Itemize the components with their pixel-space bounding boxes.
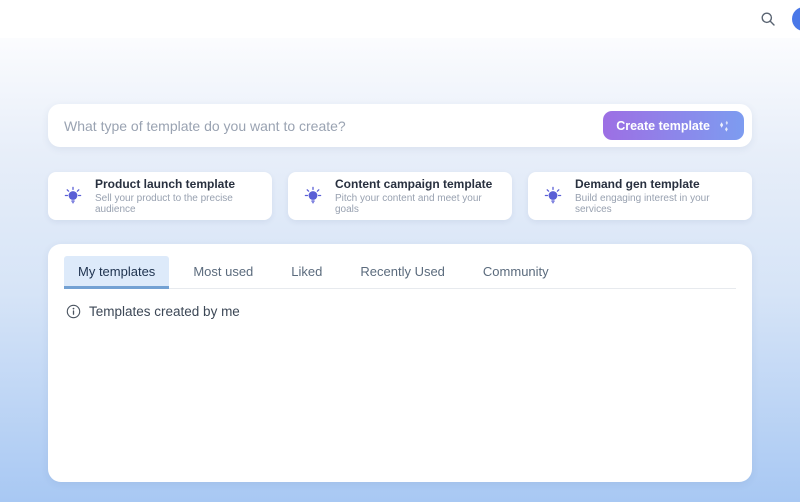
sparkles-icon	[717, 119, 731, 133]
lightbulb-icon	[62, 185, 84, 207]
avatar[interactable]	[792, 7, 800, 31]
create-template-label: Create template	[616, 119, 710, 133]
lightbulb-icon	[542, 185, 564, 207]
create-template-button[interactable]: Create template	[603, 111, 744, 140]
tab-community[interactable]: Community	[469, 256, 563, 289]
empty-state-row: Templates created by me	[64, 304, 736, 319]
card-product-launch-template[interactable]: Product launch template Sell your produc…	[48, 172, 272, 220]
card-title: Content campaign template	[335, 177, 500, 191]
card-demand-gen-template[interactable]: Demand gen template Build engaging inter…	[528, 172, 752, 220]
empty-state-label: Templates created by me	[89, 304, 240, 319]
card-subtitle: Sell your product to the precise audienc…	[95, 193, 260, 215]
tab-liked[interactable]: Liked	[277, 256, 336, 289]
card-subtitle: Pitch your content and meet your goals	[335, 193, 500, 215]
top-bar-actions	[756, 0, 800, 38]
info-icon	[66, 304, 81, 319]
tab-most-used[interactable]: Most used	[179, 256, 267, 289]
template-composer-bar: Create template	[48, 104, 752, 147]
suggestion-cards-row: Product launch template Sell your produc…	[48, 172, 752, 220]
search-icon[interactable]	[756, 7, 780, 31]
templates-panel: My templates Most used Liked Recently Us…	[48, 244, 752, 482]
card-title: Demand gen template	[575, 177, 740, 191]
main-content: Create template	[0, 38, 800, 502]
lightbulb-icon	[302, 185, 324, 207]
template-prompt-input[interactable]	[64, 118, 603, 134]
card-content-campaign-template[interactable]: Content campaign template Pitch your con…	[288, 172, 512, 220]
templates-tabs: My templates Most used Liked Recently Us…	[64, 256, 736, 289]
tab-recently-used[interactable]: Recently Used	[346, 256, 459, 289]
card-subtitle: Build engaging interest in your services	[575, 193, 740, 215]
card-title: Product launch template	[95, 177, 260, 191]
top-bar	[0, 0, 800, 38]
tab-my-templates[interactable]: My templates	[64, 256, 169, 289]
